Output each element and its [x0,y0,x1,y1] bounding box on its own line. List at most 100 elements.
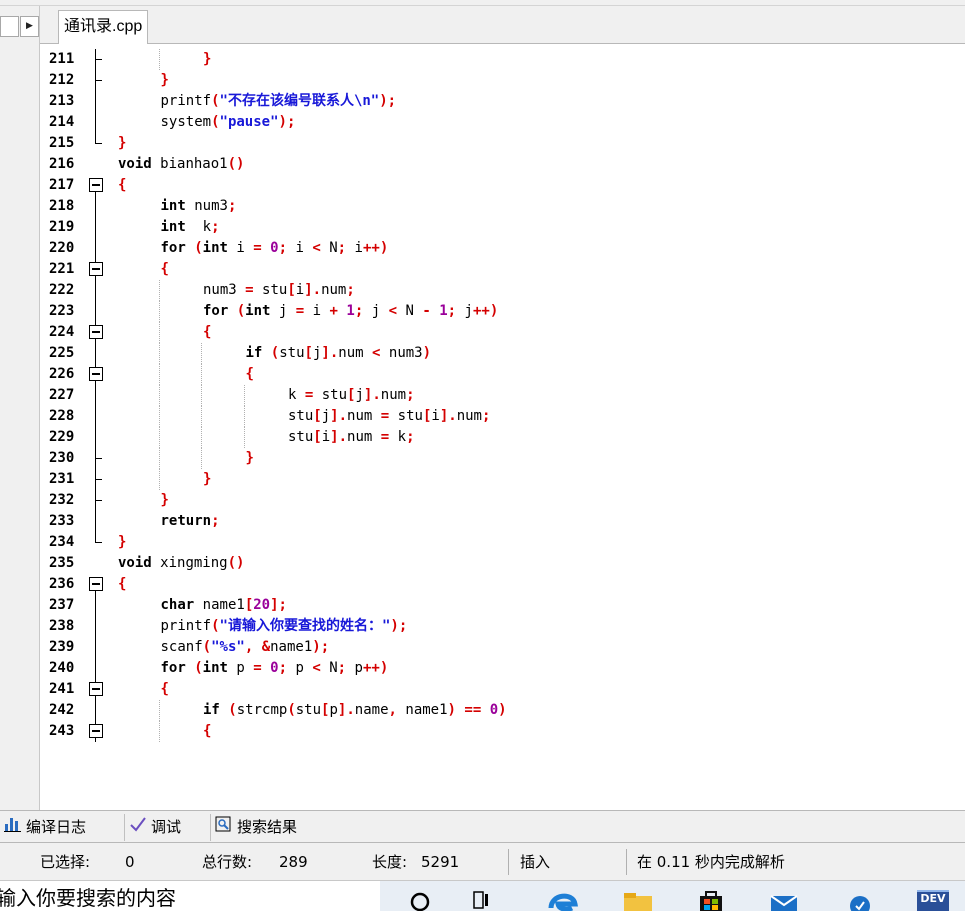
collapse-fold-icon[interactable] [89,325,103,339]
code-line[interactable]: 243 { [40,721,965,742]
code-line[interactable]: 237 char name1[20]; [40,595,965,616]
code-line[interactable]: 229 stu[i].num = k; [40,427,965,448]
code-line[interactable]: 231} [40,469,965,490]
code-line[interactable]: 211} [40,49,965,70]
editor-tab-bar: 通讯录.cpp [40,6,965,44]
fold-gutter[interactable] [88,322,104,343]
fold-gutter [88,217,104,238]
tab-search-results-label: 搜索结果 [237,818,298,836]
fold-gutter [88,154,104,175]
code-line[interactable]: 221 { [40,259,965,280]
fold-gutter[interactable] [88,679,104,700]
indent-guide [243,385,245,406]
code-line[interactable]: 226 { [40,364,965,385]
status-parse-message: 在 0.11 秒内完成解析 [637,853,785,871]
fold-gutter[interactable] [88,259,104,280]
code-line[interactable]: 225 if (stu[j].num < num3) [40,343,965,364]
code-line[interactable]: 213 printf("不存在该编号联系人\n"); [40,91,965,112]
fold-gutter [88,133,104,154]
code-line[interactable]: 240 for (int p = 0; p < N; p++) [40,658,965,679]
code-line[interactable]: 242 if (strcmp(stu[p].name, name1) == 0) [40,700,965,721]
code-line[interactable]: 224 { [40,322,965,343]
tab-compile-log[interactable]: 编译日志 [0,814,86,841]
code-text: } [160,72,169,88]
code-line[interactable]: 232} [40,490,965,511]
indent-guide [158,406,160,427]
code-line[interactable]: 214 system("pause"); [40,112,965,133]
bar-chart-icon [4,814,22,841]
indent-guide [158,343,160,364]
fold-gutter[interactable] [88,574,104,595]
code-line[interactable]: 230} [40,448,965,469]
bottom-panel-tabs: 编译日志 调试 搜索结果 [0,810,965,843]
fold-gutter [88,196,104,217]
file-explorer-icon[interactable] [622,888,654,911]
code-line[interactable]: 216 void bianhao1() [40,154,965,175]
tab-file[interactable]: 通讯录.cpp [58,10,149,44]
line-number: 224 [49,324,75,340]
code-line[interactable]: 228 stu[j].num = stu[i].num; [40,406,965,427]
code-line[interactable]: 234} [40,532,965,553]
collapse-fold-icon[interactable] [89,262,103,276]
mail-icon[interactable] [768,888,800,911]
fold-gutter[interactable] [88,175,104,196]
code-line[interactable]: 235 void xingming() [40,553,965,574]
line-number: 226 [49,366,75,382]
code-line[interactable]: 217 { [40,175,965,196]
code-text: } [203,471,212,487]
fold-gutter [88,553,104,574]
code-line[interactable]: 212} [40,70,965,91]
fold-gutter[interactable] [88,721,104,742]
code-line[interactable]: 215} [40,133,965,154]
status-bar: 已选择: 0 总行数: 289 长度: 5291 插入 在 0.11 秒内完成解… [0,843,965,881]
store-icon[interactable] [696,888,726,911]
code-line[interactable]: 223 for (int j = i + 1; j < N - 1; j++) [40,301,965,322]
code-line[interactable]: 233 return; [40,511,965,532]
fold-gutter[interactable] [88,364,104,385]
status-insert-mode: 插入 [520,853,551,871]
indent-guide [158,322,160,343]
scroll-left-button[interactable] [0,16,19,37]
code-text: } [118,534,127,550]
code-line[interactable]: 220 for (int i = 0; i < N; i++) [40,238,965,259]
fold-gutter [88,490,104,511]
tab-debug[interactable]: 调试 [124,814,181,841]
indent-guide [158,49,160,70]
fold-gutter [88,700,104,721]
line-number: 238 [49,618,75,634]
dev-cpp-taskbar-icon[interactable]: DEV [917,890,949,911]
cortana-circle-icon[interactable] [408,888,432,911]
scroll-right-button[interactable]: ▶ [20,16,39,37]
line-number: 231 [49,471,75,487]
code-line[interactable]: 222 num3 = stu[i].num; [40,280,965,301]
code-line[interactable]: 219 int k; [40,217,965,238]
collapse-fold-icon[interactable] [89,577,103,591]
line-number: 243 [49,723,75,739]
code-text: } [203,51,212,67]
tab-debug-label: 调试 [151,818,182,836]
code-text: void xingming() [118,555,245,571]
collapse-fold-icon[interactable] [89,724,103,738]
line-number: 219 [49,219,75,235]
code-line[interactable]: 239 scanf("%s", &name1); [40,637,965,658]
line-number: 239 [49,639,75,655]
code-line[interactable]: 236 { [40,574,965,595]
code-line[interactable]: 227 k = stu[j].num; [40,385,965,406]
fold-gutter [88,532,104,553]
indent-guide [158,721,160,742]
collapse-fold-icon[interactable] [89,178,103,192]
code-line[interactable]: 218 int num3; [40,196,965,217]
line-number: 221 [49,261,75,277]
code-line[interactable]: 241 { [40,679,965,700]
status-divider [508,849,509,875]
collapse-fold-icon[interactable] [89,682,103,696]
code-editor[interactable]: 211} 212} 213 printf("不存在该编号联系人\n"); 214 syst… [40,44,965,800]
taskbar-search-input[interactable]: 输入你要搜索的内容 [0,885,176,911]
tab-compile-log-label: 编译日志 [26,818,87,836]
code-line[interactable]: 238 printf("请输入你要查找的姓名："); [40,616,965,637]
edge-browser-icon[interactable] [548,888,578,911]
task-view-icon[interactable] [470,888,494,911]
tab-search-results[interactable]: 搜索结果 [210,814,297,841]
collapse-fold-icon[interactable] [89,367,103,381]
app-circle-icon[interactable] [845,888,875,911]
